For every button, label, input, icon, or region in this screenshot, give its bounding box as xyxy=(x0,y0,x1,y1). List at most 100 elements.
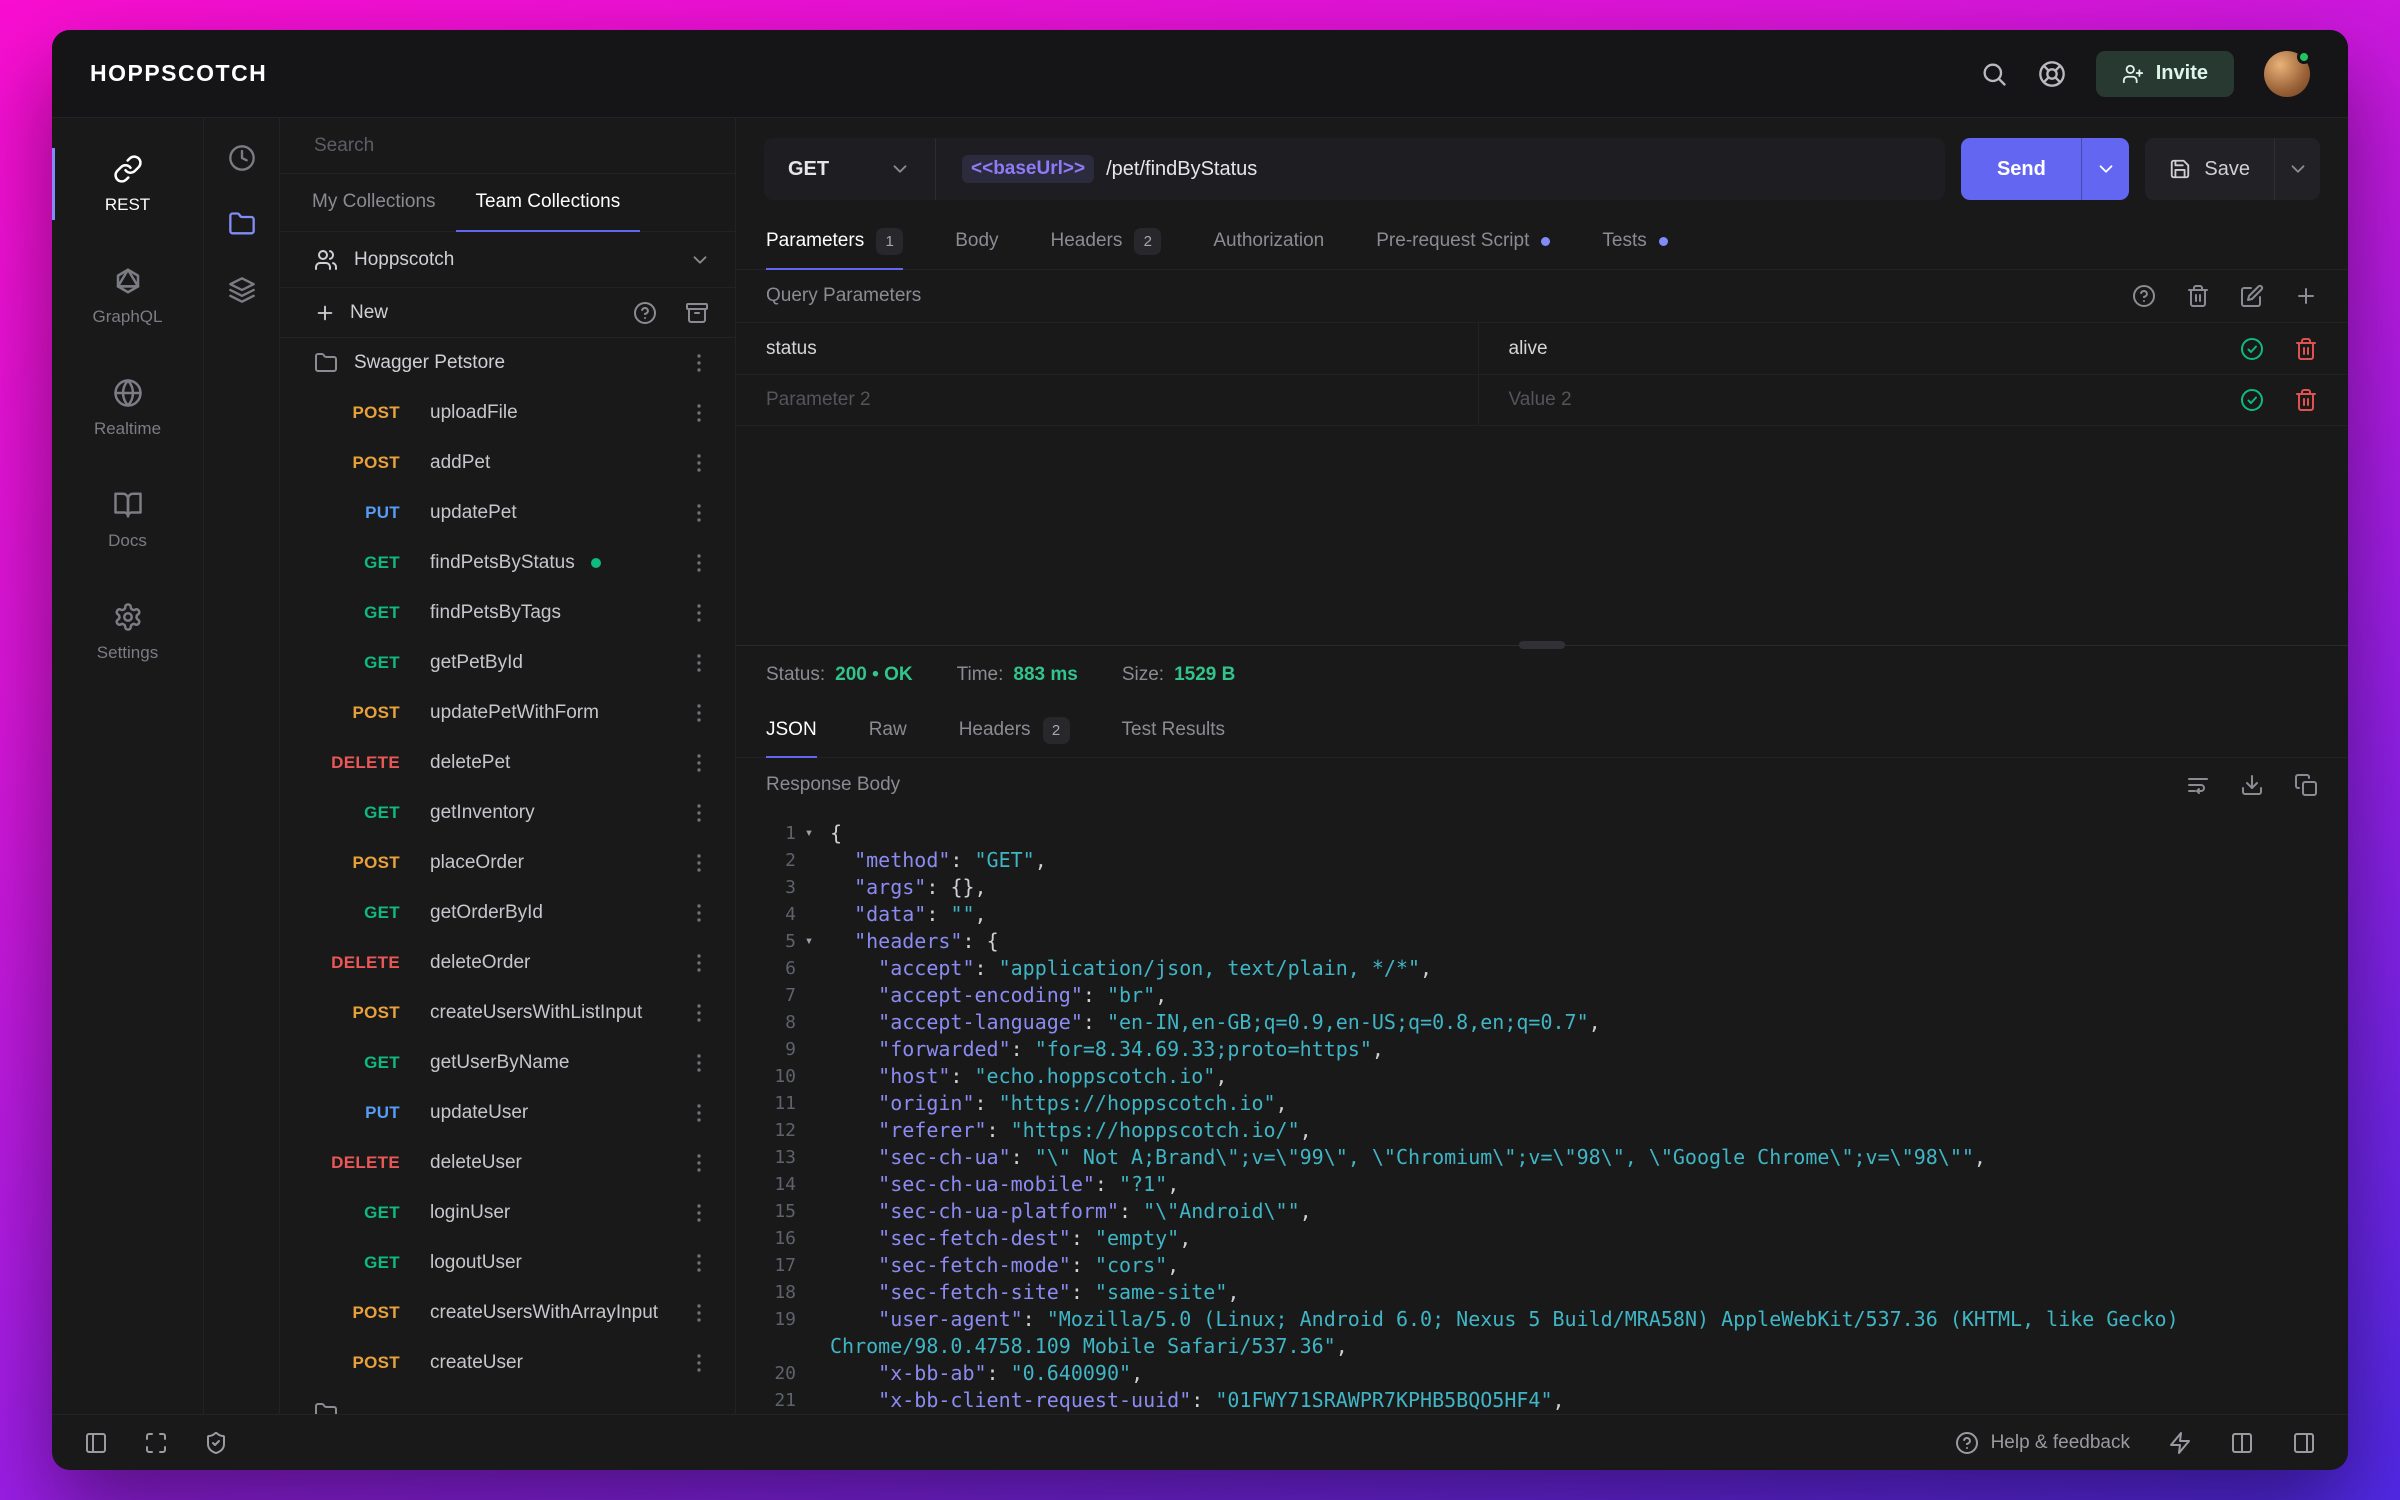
request-tab-tests[interactable]: Tests xyxy=(1602,214,1668,270)
request-menu-icon[interactable] xyxy=(687,1051,711,1075)
team-selector[interactable]: Hoppscotch xyxy=(280,232,735,288)
nav-item-docs[interactable]: Docs xyxy=(52,464,203,576)
nav-item-rest[interactable]: REST xyxy=(52,128,203,240)
request-menu-icon[interactable] xyxy=(687,1101,711,1125)
request-menu-icon[interactable] xyxy=(687,501,711,525)
search-input[interactable] xyxy=(314,134,701,157)
method-select[interactable]: GET xyxy=(764,138,936,200)
send-options-button[interactable] xyxy=(2081,138,2130,200)
shortcuts-zap-icon[interactable] xyxy=(2168,1431,2192,1455)
request-menu-icon[interactable] xyxy=(687,1251,711,1275)
param-delete-icon[interactable] xyxy=(2294,337,2318,361)
save-button[interactable]: Save xyxy=(2145,138,2274,200)
request-menu-icon[interactable] xyxy=(687,601,711,625)
request-menu-icon[interactable] xyxy=(687,651,711,675)
request-item-updatePet[interactable]: PUT updatePet xyxy=(280,488,735,538)
pane-resize-handle[interactable] xyxy=(1519,641,1565,649)
request-menu-icon[interactable] xyxy=(687,1301,711,1325)
request-menu-icon[interactable] xyxy=(687,1201,711,1225)
nav-item-graphql[interactable]: GraphQL xyxy=(52,240,203,352)
request-item-getUserByName[interactable]: GET getUserByName xyxy=(280,1038,735,1088)
param-value-input[interactable]: Value 2 xyxy=(1477,375,2188,425)
request-item-findPetsByStatus[interactable]: GET findPetsByStatus xyxy=(280,538,735,588)
request-item-createUsersWithListInput[interactable]: POST createUsersWithListInput xyxy=(280,988,735,1038)
request-item-deleteOrder[interactable]: DELETE deleteOrder xyxy=(280,938,735,988)
import-export-icon[interactable] xyxy=(685,301,709,325)
save-options-button[interactable] xyxy=(2274,138,2320,200)
request-menu-icon[interactable] xyxy=(687,1151,711,1175)
interceptor-shield-icon[interactable] xyxy=(204,1431,228,1455)
search-icon[interactable] xyxy=(1980,60,2008,88)
send-button[interactable]: Send xyxy=(1961,138,2082,200)
request-tab-pre-request-script[interactable]: Pre-request Script xyxy=(1376,214,1551,270)
url-input[interactable]: <<baseUrl>> /pet/findByStatus xyxy=(936,138,1945,200)
collection-folder[interactable]: Swagger Petstore xyxy=(280,338,735,388)
nav-item-settings[interactable]: Settings xyxy=(52,576,203,688)
support-icon[interactable] xyxy=(2038,60,2066,88)
wrap-lines-icon[interactable] xyxy=(2186,773,2210,797)
expand-window-icon[interactable] xyxy=(144,1431,168,1455)
request-tab-authorization[interactable]: Authorization xyxy=(1213,214,1324,270)
fold-toggle-icon[interactable]: ▾ xyxy=(796,928,822,955)
response-tab-raw[interactable]: Raw xyxy=(869,704,907,758)
param-key-input[interactable]: Parameter 2 xyxy=(736,375,1478,425)
response-tab-json[interactable]: JSON xyxy=(766,704,817,758)
collection-menu-icon[interactable] xyxy=(687,351,711,375)
clear-all-trash-icon[interactable] xyxy=(2186,284,2210,308)
response-tab-headers[interactable]: Headers 2 xyxy=(959,704,1070,758)
request-menu-icon[interactable] xyxy=(687,551,711,575)
request-menu-icon[interactable] xyxy=(687,951,711,975)
user-avatar[interactable] xyxy=(2264,49,2311,97)
param-key-input[interactable]: status xyxy=(736,323,1478,374)
tab-team-collections[interactable]: Team Collections xyxy=(455,174,641,232)
request-item-addPet[interactable]: POST addPet xyxy=(280,438,735,488)
request-menu-icon[interactable] xyxy=(687,401,711,425)
history-clock-icon[interactable] xyxy=(228,144,256,172)
request-item-getOrderById[interactable]: GET getOrderById xyxy=(280,888,735,938)
request-tab-headers[interactable]: Headers 2 xyxy=(1051,214,1162,270)
fold-toggle-icon[interactable]: ▾ xyxy=(796,820,822,847)
nav-item-realtime[interactable]: Realtime xyxy=(52,352,203,464)
add-param-icon[interactable] xyxy=(2294,284,2318,308)
response-tab-test-results[interactable]: Test Results xyxy=(1122,704,1225,758)
request-item-logoutUser[interactable]: GET logoutUser xyxy=(280,1238,735,1288)
request-item-deleteUser[interactable]: DELETE deleteUser xyxy=(280,1138,735,1188)
column-layout-icon[interactable] xyxy=(2230,1431,2254,1455)
request-item-updateUser[interactable]: PUT updateUser xyxy=(280,1088,735,1138)
request-menu-icon[interactable] xyxy=(687,701,711,725)
request-item-getInventory[interactable]: GET getInventory xyxy=(280,788,735,838)
help-circle-icon[interactable] xyxy=(633,301,657,325)
request-item-createUsersWithArrayInput[interactable]: POST createUsersWithArrayInput xyxy=(280,1288,735,1338)
request-item-uploadFile[interactable]: POST uploadFile xyxy=(280,388,735,438)
toggle-right-panel-icon[interactable] xyxy=(2292,1431,2316,1455)
copy-icon[interactable] xyxy=(2294,773,2318,797)
request-tab-body[interactable]: Body xyxy=(955,214,998,270)
param-value-input[interactable]: alive xyxy=(1477,323,2188,374)
request-menu-icon[interactable] xyxy=(687,1351,711,1375)
new-collection-button[interactable]: New xyxy=(314,302,388,324)
help-feedback-button[interactable]: Help & feedback xyxy=(1955,1431,2130,1455)
toggle-sidebar-icon[interactable] xyxy=(84,1431,108,1455)
collections-folder-icon[interactable] xyxy=(228,210,256,238)
download-icon[interactable] xyxy=(2240,773,2264,797)
request-menu-icon[interactable] xyxy=(687,1001,711,1025)
request-menu-icon[interactable] xyxy=(687,801,711,825)
request-menu-icon[interactable] xyxy=(687,751,711,775)
response-body-editor[interactable]: 1 ▾{2 "method": "GET", 3 "args": {}, 4 "dat… xyxy=(736,812,2348,1414)
help-circle-icon[interactable] xyxy=(2132,284,2156,308)
request-item-findPetsByTags[interactable]: GET findPetsByTags xyxy=(280,588,735,638)
request-item-createUser[interactable]: POST createUser xyxy=(280,1338,735,1388)
edit-bulk-icon[interactable] xyxy=(2240,284,2264,308)
request-item-updatePetWithForm[interactable]: POST updatePetWithForm xyxy=(280,688,735,738)
param-delete-icon[interactable] xyxy=(2294,388,2318,412)
request-item-placeOrder[interactable]: POST placeOrder xyxy=(280,838,735,888)
request-tab-parameters[interactable]: Parameters 1 xyxy=(766,214,904,270)
tab-my-collections[interactable]: My Collections xyxy=(292,174,456,232)
param-active-toggle-icon[interactable] xyxy=(2240,337,2264,361)
environments-layers-icon[interactable] xyxy=(228,276,256,304)
request-item-deletePet[interactable]: DELETE deletePet xyxy=(280,738,735,788)
collection-folder-partial[interactable] xyxy=(280,1388,735,1414)
param-active-toggle-icon[interactable] xyxy=(2240,388,2264,412)
request-item-getPetById[interactable]: GET getPetById xyxy=(280,638,735,688)
invite-button[interactable]: Invite xyxy=(2095,50,2234,97)
